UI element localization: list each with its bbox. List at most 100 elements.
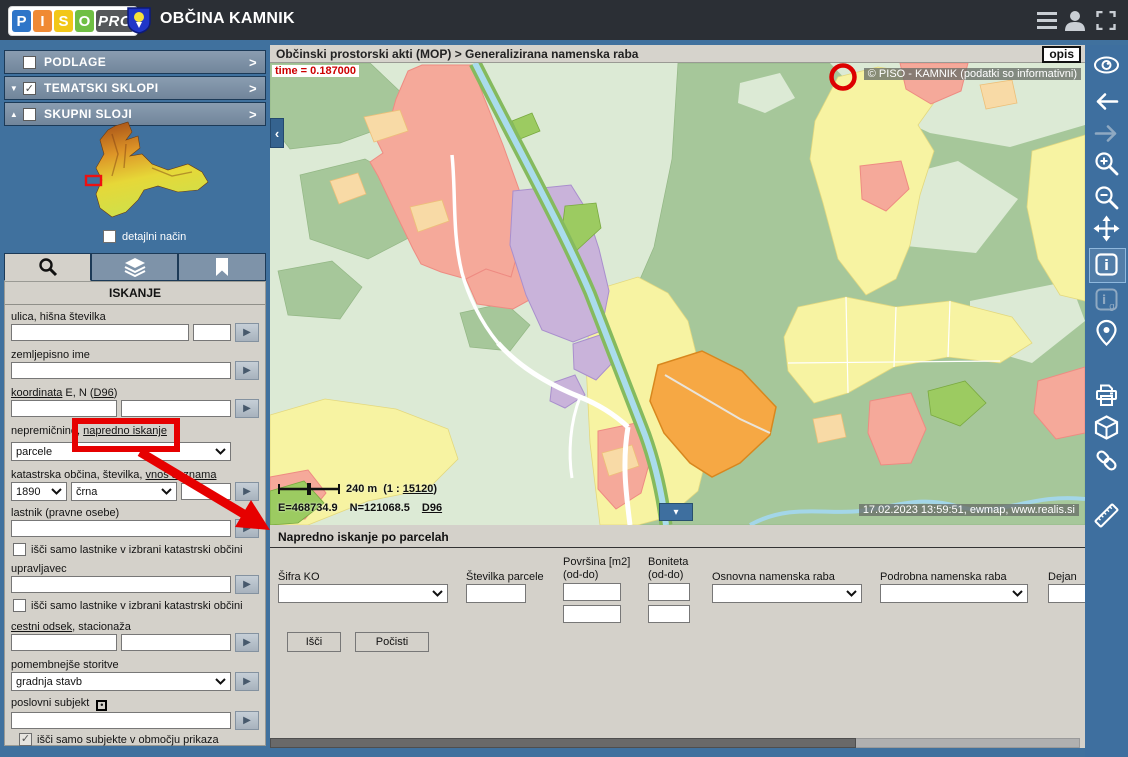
scale-link[interactable]: 15120: [403, 483, 434, 495]
manager-label: upravljavec: [11, 563, 67, 575]
coordinate-n-input[interactable]: [121, 400, 231, 417]
3d-cube-icon[interactable]: [1093, 414, 1120, 441]
parcel-no-input[interactable]: [466, 584, 526, 603]
menu-icon[interactable]: [1036, 11, 1058, 30]
tab-search[interactable]: [4, 253, 91, 281]
detail-mode-checkbox[interactable]: [103, 230, 116, 243]
share-link-icon[interactable]: [1093, 447, 1120, 474]
chevron-down-icon: [51, 488, 62, 495]
manager-go-button[interactable]: ▶: [235, 575, 259, 594]
user-icon[interactable]: [1064, 9, 1086, 32]
business-info-icon[interactable]: •: [96, 700, 107, 711]
area-to-input[interactable]: [563, 605, 621, 623]
sidebar-panel-podlage[interactable]: PODLAGE >: [4, 50, 266, 74]
sidebar-panel-tematski-sklopi[interactable]: ▼ ✓ TEMATSKI SKLOPI >: [4, 76, 266, 100]
chevron-down-icon: ▾: [673, 507, 678, 518]
road-go-button[interactable]: ▶: [235, 633, 259, 652]
podrobna-select[interactable]: [880, 584, 1028, 603]
street-go-button[interactable]: ▶: [235, 323, 259, 342]
osnovna-select[interactable]: [712, 584, 862, 603]
chevron-down-icon: [215, 678, 226, 685]
bookmark-icon: [214, 257, 230, 277]
street-input[interactable]: [11, 324, 189, 341]
podrobna-label: Podrobna namenska raba: [880, 571, 1007, 583]
cadastral-code-select[interactable]: 1890: [11, 482, 67, 501]
osnovna-label: Osnovna namenska raba: [712, 571, 835, 583]
chevron-right-icon[interactable]: >: [249, 107, 257, 122]
clear-button[interactable]: Počisti: [355, 632, 429, 652]
skupni-checkbox[interactable]: [23, 108, 36, 121]
d96-link[interactable]: D96: [94, 387, 114, 399]
print-icon[interactable]: [1093, 382, 1120, 409]
podlage-checkbox[interactable]: [23, 56, 36, 69]
chevron-right-icon[interactable]: >: [249, 81, 257, 96]
layers-icon: [124, 257, 146, 277]
owner-label: lastnik (pravne osebe): [11, 507, 119, 519]
hscrollbar-thumb[interactable]: [270, 738, 856, 748]
municipality-title: OBČINA KAMNIK: [160, 10, 295, 28]
play-icon: ▶: [243, 327, 251, 338]
advanced-search-panel: Napredno iskanje po parcelah Šifra KO Št…: [270, 525, 1085, 748]
bottom-panel-collapse-button[interactable]: ▾: [659, 503, 693, 521]
municipality-coat-of-arms: [126, 6, 152, 34]
boniteta-range-label: (od-do): [648, 569, 683, 581]
chevron-right-icon[interactable]: >: [249, 55, 257, 70]
boniteta-to-input[interactable]: [648, 605, 690, 623]
area-from-input[interactable]: [563, 583, 621, 601]
sidebar-collapse-button[interactable]: ‹: [270, 118, 284, 148]
coordinate-go-button[interactable]: ▶: [235, 399, 259, 418]
coordinate-e-input[interactable]: [11, 400, 117, 417]
boniteta-from-input[interactable]: [648, 583, 690, 601]
panel-label: TEMATSKI SKLOPI: [44, 81, 158, 95]
zoom-in-icon[interactable]: [1093, 150, 1120, 177]
identify-group-icon[interactable]: i g: [1093, 286, 1120, 313]
manager-filter-checkbox[interactable]: [13, 599, 26, 612]
business-area-checkbox[interactable]: ✓: [19, 733, 32, 746]
tab-bookmarks[interactable]: [178, 253, 266, 281]
divider: [5, 304, 265, 305]
locate-pin-icon[interactable]: [1093, 319, 1120, 346]
history-eye-icon[interactable]: [1093, 52, 1120, 79]
road-section-link[interactable]: cestni odsek: [11, 621, 72, 633]
back-arrow-icon[interactable]: [1093, 88, 1120, 115]
overview-extent-marker: [86, 176, 101, 185]
forward-arrow-icon[interactable]: [1093, 120, 1120, 147]
svg-text:g: g: [1109, 302, 1115, 312]
business-go-button[interactable]: ▶: [235, 711, 259, 730]
datum-link[interactable]: D96: [422, 502, 442, 514]
opis-button[interactable]: opis: [1042, 46, 1081, 63]
pan-icon[interactable]: [1093, 215, 1120, 242]
measure-ruler-icon[interactable]: [1093, 502, 1120, 529]
tematski-checkbox[interactable]: ✓: [23, 82, 36, 95]
overview-terrain-map[interactable]: [60, 120, 210, 224]
fullscreen-icon[interactable]: [1095, 11, 1117, 30]
piso-logo[interactable]: P I S O PRO: [8, 6, 138, 36]
map-viewport[interactable]: time = 0.187000 © PISO - KAMNIK (podatki…: [270, 63, 1085, 525]
road-section-input[interactable]: [11, 634, 117, 651]
landuse-map-canvas[interactable]: [270, 63, 1085, 525]
sifra-ko-select[interactable]: [278, 584, 448, 603]
manager-input[interactable]: [11, 576, 231, 593]
zoom-out-icon[interactable]: [1093, 184, 1120, 211]
coordinate-label: koordinata E, N (D96): [11, 387, 117, 399]
business-input[interactable]: [11, 712, 231, 729]
geoname-input[interactable]: [11, 362, 231, 379]
services-select[interactable]: gradnja stavb: [11, 672, 231, 691]
tab-layers[interactable]: [91, 253, 178, 281]
services-go-button[interactable]: ▶: [235, 672, 259, 691]
triangle-up-icon[interactable]: ▲: [5, 110, 23, 119]
logo-letter-i: I: [33, 10, 52, 32]
triangle-down-icon[interactable]: ▼: [5, 84, 23, 93]
logo-letter-p: P: [12, 10, 31, 32]
search-button[interactable]: Išči: [287, 632, 341, 652]
geoname-go-button[interactable]: ▶: [235, 361, 259, 380]
play-icon: ▶: [243, 365, 251, 376]
parcel-no-label: Številka parcele: [466, 571, 544, 583]
owner-filter-checkbox[interactable]: [13, 543, 26, 556]
render-time-overlay: time = 0.187000: [272, 65, 359, 77]
road-station-input[interactable]: [121, 634, 231, 651]
identify-icon[interactable]: i: [1093, 251, 1120, 278]
street-number-input[interactable]: [193, 324, 231, 341]
dejanska-input[interactable]: [1048, 584, 1085, 603]
coordinate-link[interactable]: koordinata: [11, 387, 62, 399]
